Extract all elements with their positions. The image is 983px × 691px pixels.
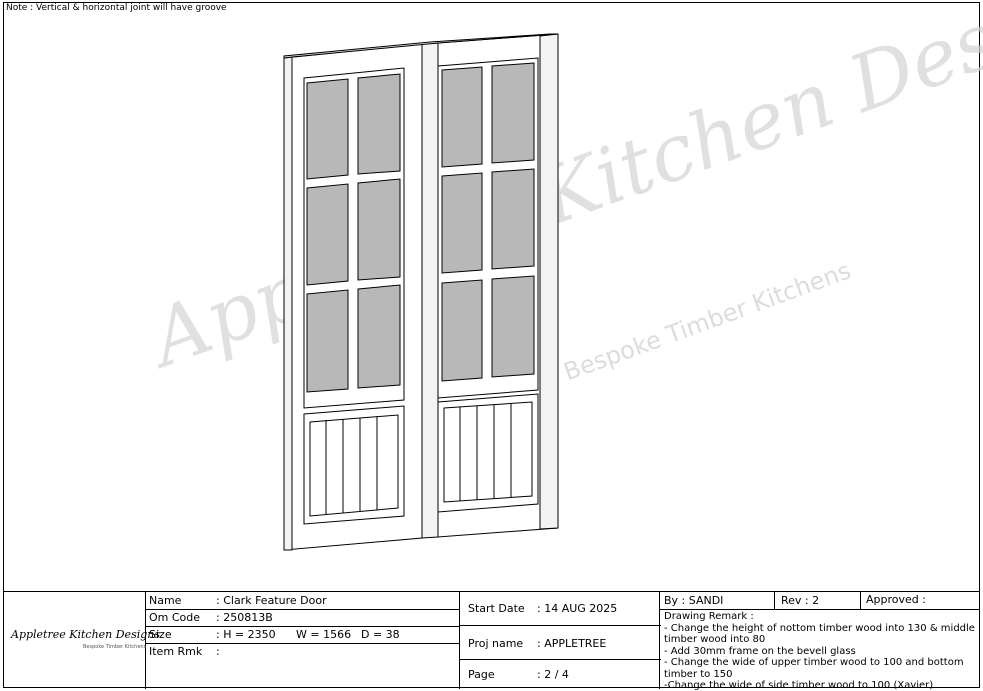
start-date-value: : 14 AUG 2025: [537, 602, 618, 615]
approval-row: By : SANDI Rev : 2 Approved :: [660, 592, 980, 610]
remark-title: Drawing Remark :: [664, 611, 754, 622]
door-drawing: [283, 33, 559, 551]
project-info: Start Date : 14 AUG 2025 Proj name : APP…: [459, 592, 661, 689]
size-height: : H = 2350: [216, 628, 276, 641]
om-code-label: Om Code: [149, 611, 201, 624]
page-value: : 2 / 4: [537, 668, 569, 681]
project-name-row: Proj name : APPLETREE: [460, 626, 661, 660]
project-name-label: Proj name: [468, 637, 524, 650]
size-row: Size : H = 2350 W = 1566 D = 38: [146, 626, 459, 644]
start-date-row: Start Date : 14 AUG 2025: [460, 592, 661, 626]
revision-cell: Rev : 2: [774, 592, 861, 609]
name-label: Name: [149, 594, 182, 607]
page-row: Page : 2 / 4: [460, 660, 661, 689]
drawn-by: By : SANDI: [664, 594, 724, 607]
item-remark-label: Item Rmk: [149, 645, 203, 658]
page-label: Page: [468, 668, 495, 681]
size-width: W = 1566: [296, 628, 352, 641]
size-depth: D = 38: [361, 628, 400, 641]
name-value: : Clark Feature Door: [216, 594, 327, 607]
revision-info: By : SANDI Rev : 2 Approved : Drawing Re…: [660, 592, 980, 691]
project-name-value: : APPLETREE: [537, 637, 607, 650]
title-block: Appletree Kitchen Designs Bespoke Timber…: [3, 591, 980, 691]
name-row: Name : Clark Feature Door: [146, 592, 459, 610]
revision: Rev : 2: [781, 594, 820, 607]
remark-item: - Change the wide of upper timber wood t…: [664, 657, 964, 680]
item-remark-value: :: [216, 645, 220, 658]
size-label: Size: [149, 628, 172, 641]
item-remark-row: Item Rmk :: [146, 643, 459, 660]
logo-text: Appletree Kitchen Designs: [11, 628, 161, 641]
remark-item: - Add 30mm frame on the bevell glass: [664, 645, 856, 657]
drawing-sheet: Note : Vertical & horizontal joint will …: [0, 0, 983, 691]
approved: Approved :: [866, 593, 926, 606]
logo-subtext: Bespoke Timber Kitchens: [83, 644, 147, 650]
drawing-remark: Drawing Remark : - Change the height of …: [664, 611, 976, 691]
start-date-label: Start Date: [468, 602, 525, 615]
remark-item: -Change the wide of side timber wood to …: [664, 680, 934, 691]
remark-item: - Change the height of nottom timber woo…: [664, 622, 975, 646]
company-logo: Appletree Kitchen Designs Bespoke Timber…: [3, 592, 160, 689]
drawing-note: Note : Vertical & horizontal joint will …: [6, 3, 227, 13]
om-code-value: : 250813B: [216, 611, 273, 624]
om-code-row: Om Code : 250813B: [146, 609, 459, 627]
